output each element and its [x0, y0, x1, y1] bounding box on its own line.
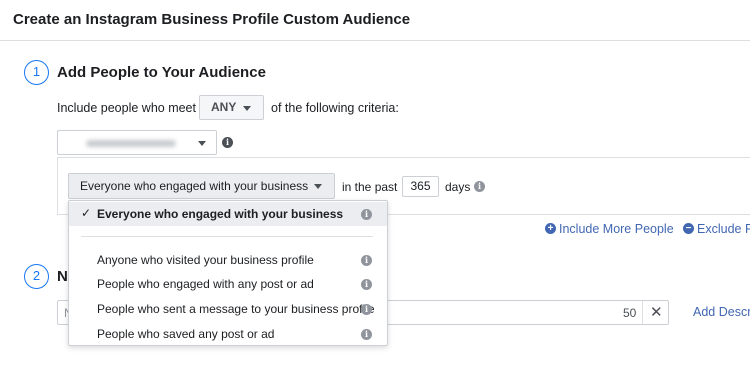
- info-icon: i: [361, 279, 372, 290]
- char-count: 50: [623, 306, 637, 320]
- dropdown-option[interactable]: People who saved any post or ad i: [69, 322, 387, 346]
- step-1-circle: 1: [24, 60, 49, 85]
- dropdown-option-label: People who saved any post or ad: [97, 327, 275, 341]
- match-type-value: ANY: [211, 100, 237, 114]
- dropdown-option-label: Everyone who engaged with your business: [97, 207, 344, 221]
- account-select[interactable]: [57, 130, 217, 155]
- dropdown-option[interactable]: People who engaged with any post or ad i: [69, 272, 387, 296]
- info-icon: i: [361, 255, 372, 266]
- engagement-dropdown-menu: ✓ Everyone who engaged with your busines…: [68, 200, 388, 346]
- days-input[interactable]: 365: [402, 176, 439, 197]
- criteria-prefix: Include people who meet: [57, 101, 196, 115]
- info-icon[interactable]: i: [222, 137, 233, 148]
- engagement-select[interactable]: Everyone who engaged with your business: [68, 173, 335, 199]
- info-icon: i: [361, 329, 372, 340]
- info-icon: i: [361, 209, 372, 220]
- dropdown-option-selected[interactable]: ✓ Everyone who engaged with your busines…: [69, 202, 387, 226]
- dropdown-option-label: Anyone who visited your business profile: [97, 253, 314, 267]
- add-description-link[interactable]: Add Descr: [693, 305, 750, 319]
- step-2-title: N: [57, 268, 68, 285]
- include-more-people-link[interactable]: Include More People: [559, 222, 674, 236]
- caret-down-icon: [314, 184, 322, 189]
- blurred-account-name: [86, 140, 176, 147]
- caret-down-icon: [198, 141, 206, 146]
- match-type-select[interactable]: ANY: [199, 95, 264, 120]
- days-label: days: [445, 180, 471, 194]
- caret-down-icon: [243, 106, 251, 111]
- criteria-suffix: of the following criteria:: [271, 101, 399, 115]
- dropdown-option[interactable]: People who sent a message to your busine…: [69, 297, 387, 321]
- step-2-circle: 2: [24, 264, 49, 289]
- info-icon[interactable]: i: [474, 181, 485, 192]
- dropdown-divider: [81, 236, 373, 237]
- input-divider: [642, 301, 643, 324]
- plus-circle-icon[interactable]: +: [545, 223, 556, 234]
- exclude-people-link[interactable]: Exclude P: [697, 222, 750, 236]
- page-header: Create an Instagram Business Profile Cus…: [0, 0, 750, 41]
- step-1-title: Add People to Your Audience: [57, 64, 266, 81]
- page-title: Create an Instagram Business Profile Cus…: [13, 11, 411, 28]
- minus-circle-icon[interactable]: −: [683, 223, 694, 234]
- dropdown-option[interactable]: Anyone who visited your business profile…: [69, 248, 387, 272]
- info-icon: i: [361, 304, 372, 315]
- check-icon: ✓: [81, 206, 92, 220]
- close-icon[interactable]: ✕: [650, 303, 663, 321]
- in-the-past-label: in the past: [342, 180, 398, 194]
- engagement-select-value: Everyone who engaged with your business: [80, 179, 309, 193]
- dropdown-option-label: People who engaged with any post or ad: [97, 277, 314, 291]
- dropdown-option-label: People who sent a message to your busine…: [97, 302, 375, 316]
